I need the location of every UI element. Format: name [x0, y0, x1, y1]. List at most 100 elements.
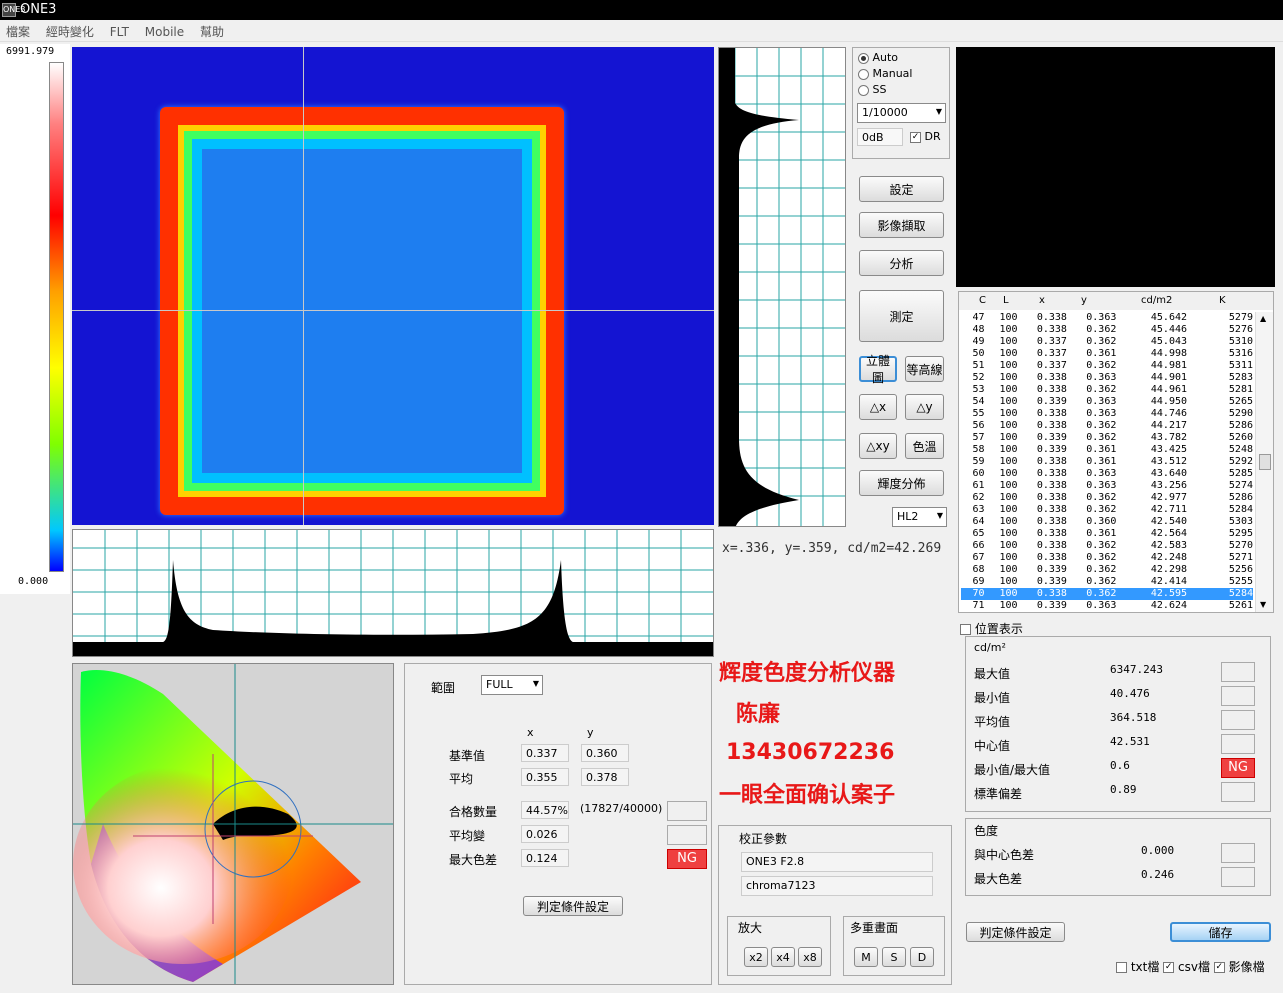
- table-row[interactable]: 55 100 0.338 0.363 44.746 5290: [961, 408, 1254, 420]
- table-row[interactable]: 49 100 0.337 0.362 45.043 5310: [961, 336, 1254, 348]
- table-row[interactable]: 60 100 0.338 0.363 43.640 5285: [961, 468, 1254, 480]
- table-row[interactable]: 48 100 0.338 0.362 45.446 5276: [961, 324, 1254, 336]
- table-row[interactable]: 71 100 0.339 0.363 42.624 5261: [961, 600, 1254, 612]
- ref-x-field[interactable]: 0.337: [521, 744, 569, 762]
- scrollbar-thumb[interactable]: [1259, 454, 1271, 470]
- menu-flt[interactable]: FLT: [104, 22, 135, 42]
- range-select[interactable]: FULL: [481, 675, 543, 695]
- table-row[interactable]: 61 100 0.338 0.363 43.256 5274: [961, 480, 1254, 492]
- table-cell: 42.583: [1150, 540, 1188, 551]
- csv-option[interactable]: ✓ csv檔: [1163, 960, 1210, 974]
- table-cell: 5311: [1228, 360, 1253, 371]
- settings-button[interactable]: 設定: [859, 176, 944, 202]
- menu-mobile[interactable]: Mobile: [139, 22, 190, 42]
- luminance-dist-button[interactable]: 輝度分佈: [859, 470, 944, 496]
- avg-label: 平均: [449, 772, 474, 786]
- table-cell: 62: [972, 492, 985, 503]
- table-row[interactable]: 64 100 0.338 0.360 42.540 5303: [961, 516, 1254, 528]
- table-cell: 100: [999, 600, 1018, 611]
- delta-x-button[interactable]: △x: [859, 394, 897, 420]
- table-cell: 100: [999, 564, 1018, 575]
- table-row[interactable]: 62 100 0.338 0.362 42.977 5286: [961, 492, 1254, 504]
- menu-file[interactable]: 檔案: [0, 20, 36, 43]
- menu-timechange[interactable]: 經時變化: [40, 20, 100, 43]
- table-cell: 100: [999, 432, 1018, 443]
- zoom-group: 放大 x2 x4 x8: [727, 916, 831, 976]
- image-check-icon[interactable]: ✓: [1213, 962, 1225, 973]
- table-row[interactable]: 66 100 0.338 0.362 42.583 5270: [961, 540, 1254, 552]
- camera-preview: [956, 47, 1275, 287]
- table-row[interactable]: 50 100 0.337 0.361 44.998 5316: [961, 348, 1254, 360]
- ref-y-field[interactable]: 0.360: [581, 744, 629, 762]
- multi-m-button[interactable]: M: [854, 947, 878, 967]
- table-row[interactable]: 56 100 0.338 0.362 44.217 5286: [961, 420, 1254, 432]
- calib-lens-field[interactable]: ONE3 F2.8: [741, 852, 933, 872]
- radio-auto-icon[interactable]: [858, 52, 869, 64]
- csv-check-icon[interactable]: ✓: [1163, 962, 1175, 973]
- table-row[interactable]: 52 100 0.338 0.363 44.901 5283: [961, 372, 1254, 384]
- color-temp-button[interactable]: 色溫: [905, 433, 944, 459]
- table-cell: 0.362: [1086, 324, 1117, 335]
- view-3d-button[interactable]: 立體圖: [859, 354, 897, 385]
- table-row[interactable]: 53 100 0.338 0.362 44.961 5281: [961, 384, 1254, 396]
- table-cell: 45.642: [1150, 312, 1188, 323]
- menu-help[interactable]: 幫助: [194, 20, 230, 43]
- multi-s-button[interactable]: S: [882, 947, 906, 967]
- table-row[interactable]: 51 100 0.337 0.362 44.981 5311: [961, 360, 1254, 372]
- table-cell: 0.363: [1086, 312, 1117, 323]
- cie-chromaticity-diagram[interactable]: [72, 663, 394, 985]
- scroll-down-icon[interactable]: ▼: [1260, 600, 1266, 609]
- mode-ss[interactable]: SS: [858, 83, 886, 96]
- stat-result-box: [1221, 782, 1255, 802]
- shutter-select[interactable]: 1/10000: [857, 103, 946, 123]
- table-row[interactable]: 63 100 0.338 0.362 42.711 5284: [961, 504, 1254, 516]
- table-row[interactable]: 58 100 0.339 0.361 43.425 5248: [961, 444, 1254, 456]
- criteria-settings-right-button[interactable]: 判定條件設定: [966, 922, 1065, 942]
- measure-button[interactable]: 測定: [859, 290, 944, 342]
- table-row[interactable]: 67 100 0.338 0.362 42.248 5271: [961, 552, 1254, 564]
- table-row[interactable]: 69 100 0.339 0.362 42.414 5255: [961, 576, 1254, 588]
- data-table-panel[interactable]: C L x y cd/m2 K 47 100 0.338 0.363 45.642 527…: [958, 291, 1274, 613]
- txt-option[interactable]: txt檔: [1116, 960, 1159, 974]
- contour-button[interactable]: 等高線: [905, 356, 944, 382]
- txt-check-icon[interactable]: [1116, 962, 1127, 973]
- multi-d-button[interactable]: D: [910, 947, 934, 967]
- table-row[interactable]: 68 100 0.339 0.362 42.298 5256: [961, 564, 1254, 576]
- delta-xy-button[interactable]: △xy: [859, 433, 897, 459]
- delta-y-button[interactable]: △y: [905, 394, 944, 420]
- image-option[interactable]: ✓ 影像檔: [1213, 960, 1265, 974]
- radio-ss-icon[interactable]: [858, 84, 869, 96]
- radio-manual-icon[interactable]: [858, 68, 869, 80]
- hl-select[interactable]: HL2: [892, 507, 947, 527]
- table-row[interactable]: 65 100 0.338 0.361 42.564 5295: [961, 528, 1254, 540]
- table-row[interactable]: 57 100 0.339 0.362 43.782 5260: [961, 432, 1254, 444]
- analyze-button[interactable]: 分析: [859, 250, 944, 276]
- criteria-settings-left-button[interactable]: 判定條件設定: [523, 896, 623, 916]
- gain-field[interactable]: 0dB: [857, 128, 903, 146]
- position-check-icon[interactable]: [960, 624, 971, 635]
- dr-check-icon[interactable]: ✓: [910, 131, 921, 143]
- position-display-checkbox[interactable]: 位置表示: [960, 620, 1023, 637]
- mode-manual[interactable]: Manual: [858, 67, 912, 80]
- scroll-up-icon[interactable]: ▲: [1260, 314, 1266, 323]
- mode-auto[interactable]: Auto: [858, 51, 898, 64]
- capture-button[interactable]: 影像擷取: [859, 212, 944, 238]
- judgment-panel: 範圍 FULL x y 基準值 0.337 0.360 平均 0.355 0.3…: [404, 663, 712, 985]
- dr-checkbox[interactable]: ✓ DR: [910, 130, 941, 143]
- table-row[interactable]: 70 100 0.338 0.362 42.595 5284: [961, 588, 1253, 600]
- table-cell: 100: [984, 588, 1018, 600]
- calib-profile-field[interactable]: chroma7123: [741, 876, 933, 896]
- table-cell: 0.338: [1036, 516, 1067, 527]
- table-row[interactable]: 54 100 0.339 0.363 44.950 5265: [961, 396, 1254, 408]
- table-row[interactable]: 47 100 0.338 0.363 45.642 5279: [961, 312, 1254, 324]
- luminance-heatmap[interactable]: [72, 47, 714, 525]
- table-cell: 100: [999, 420, 1018, 431]
- table-cell: 44.901: [1150, 372, 1188, 383]
- table-row[interactable]: 59 100 0.338 0.361 43.512 5292: [961, 456, 1254, 468]
- zoom-x4-button[interactable]: x4: [771, 947, 795, 967]
- table-scrollbar[interactable]: ▲ ▼: [1255, 312, 1273, 612]
- table-cell: 0.339: [1036, 600, 1067, 611]
- zoom-x8-button[interactable]: x8: [798, 947, 822, 967]
- save-button[interactable]: 儲存: [1170, 922, 1271, 942]
- zoom-x2-button[interactable]: x2: [744, 947, 768, 967]
